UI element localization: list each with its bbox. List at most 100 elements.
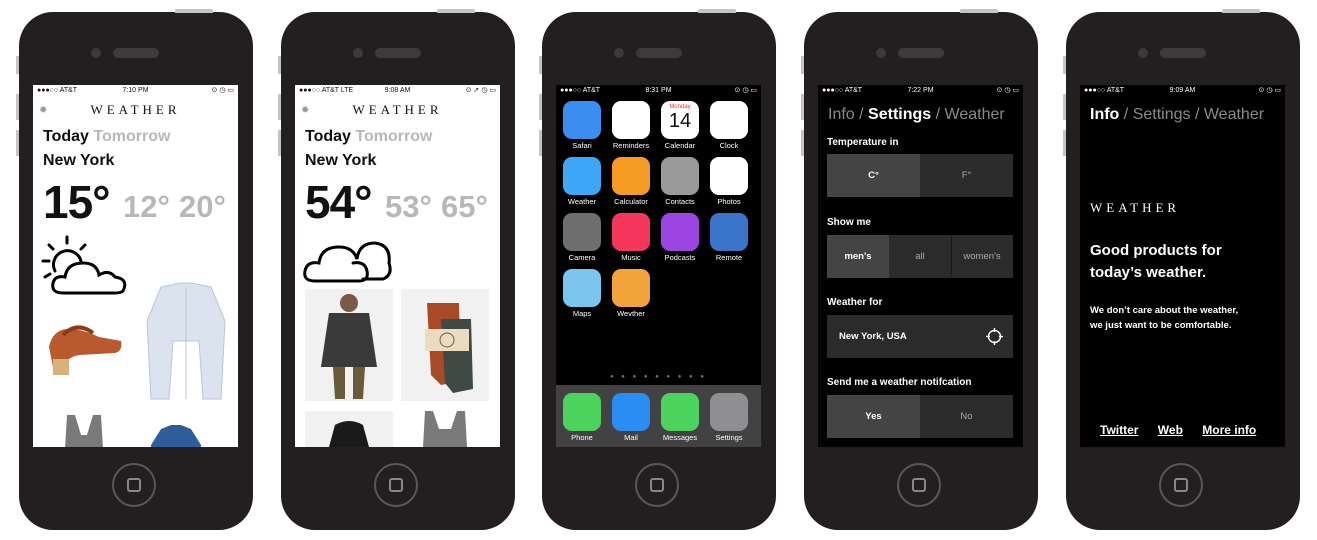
grey-overall-image[interactable] [401, 411, 489, 447]
weather-today-screen: ●●●○○ AT&T 7:10 PM ⊙ ◷ ▭ ✹ WEATHER Today… [33, 85, 238, 447]
earpiece-speaker [898, 48, 944, 58]
app-label: Reminders [612, 141, 650, 150]
app-reminders[interactable]: Reminders [611, 101, 651, 150]
grey-overall-image[interactable] [59, 415, 109, 447]
notify-yes-option[interactable]: Yes [827, 395, 920, 438]
clog-sandal-image[interactable] [43, 307, 125, 377]
locate-icon[interactable] [986, 328, 1003, 345]
filter-womens-option[interactable]: women's [951, 235, 1013, 278]
socks-image[interactable] [401, 289, 489, 401]
dark-jacket-image[interactable] [305, 289, 393, 401]
app-camera[interactable]: Camera [562, 213, 602, 262]
unit-fahrenheit-option[interactable]: F° [920, 154, 1013, 197]
app-logo: WEATHER [1090, 200, 1181, 215]
app-podcasts[interactable]: Podcasts [660, 213, 700, 262]
app-label: Safari [572, 141, 592, 150]
current-temperature: 54° [305, 176, 373, 228]
app-label: Music [621, 253, 641, 262]
tab-today[interactable]: Today [305, 128, 351, 145]
home-button[interactable] [1159, 463, 1203, 507]
home-button[interactable] [897, 463, 941, 507]
dock-app-messages[interactable]: Messages [660, 393, 700, 442]
dock-app-settings[interactable]: Settings [709, 393, 749, 442]
podcasts-icon [661, 213, 699, 251]
messages-icon [661, 393, 699, 431]
app-label: Phone [571, 433, 593, 442]
status-bar: ●●●○○ AT&T 9:09 AM ⊙ ◷ ▭ [1080, 85, 1285, 97]
home-button[interactable] [112, 463, 156, 507]
denim-jacket-image[interactable] [141, 281, 231, 403]
status-icons: ⊙ ➚ ◷ ▭ [465, 87, 496, 94]
nav-settings[interactable]: Settings [868, 106, 931, 123]
status-bar: ●●●○○ AT&T 8:31 PM ⊙ ◷ ▭ [556, 85, 761, 97]
home-button[interactable] [635, 463, 679, 507]
app-calendar[interactable]: Monday 14 Calendar [660, 101, 700, 150]
front-camera [1138, 48, 1148, 58]
remote-icon [710, 213, 748, 251]
phone-5: ●●●○○ AT&T 9:09 AM ⊙ ◷ ▭ Info / Settings… [1063, 9, 1300, 530]
app-weather[interactable]: Weather [562, 157, 602, 206]
phone-2: ●●●○○ AT&T LTE 9:08 AM ⊙ ➚ ◷ ▭ ✹ WEATHER… [278, 9, 515, 530]
status-icons: ⊙ ◷ ▭ [996, 87, 1019, 94]
filter-all-option[interactable]: all [889, 235, 951, 278]
app-photos[interactable]: Photos [709, 157, 749, 206]
app-label: Clock [719, 141, 739, 150]
more-info-link[interactable]: More info [1202, 423, 1256, 437]
twitter-link[interactable]: Twitter [1100, 423, 1138, 437]
low-temperature: 53° [385, 189, 432, 224]
cloudy-icon [303, 241, 392, 283]
home-button[interactable] [374, 463, 418, 507]
weather-icon [563, 157, 601, 195]
app-label: Maps [572, 309, 592, 318]
location-field[interactable]: New York, USA [827, 315, 1013, 358]
page-indicator[interactable]: ● ● ● ● ● ● ● ● ● [556, 374, 761, 380]
filter-mens-option[interactable]: men's [827, 235, 889, 278]
front-camera [353, 48, 363, 58]
app-calculator[interactable]: Calculator [611, 157, 651, 206]
photos-icon [710, 157, 748, 195]
status-time: 7:10 PM [122, 87, 149, 94]
phone-3: ●●●○○ AT&T 8:31 PM ⊙ ◷ ▭ Safari Reminders… [539, 9, 776, 530]
app-contacts[interactable]: Contacts [660, 157, 700, 206]
temperature-unit-label: Temperature in [827, 137, 899, 148]
app-wevther[interactable]: Wevther [611, 269, 651, 318]
calendar-day: Monday [669, 104, 691, 110]
nav-weather[interactable]: Weather [945, 106, 1005, 123]
app-maps[interactable]: Maps [562, 269, 602, 318]
web-link[interactable]: Web [1158, 423, 1183, 437]
reminders-icon [612, 101, 650, 139]
front-camera [876, 48, 886, 58]
app-remote[interactable]: Remote [709, 213, 749, 262]
tagline-headline: Good products for today’s weather. [1090, 242, 1222, 281]
app-safari[interactable]: Safari [562, 101, 602, 150]
dock-app-mail[interactable]: Mail [611, 393, 651, 442]
blue-shirt-image[interactable] [151, 425, 201, 447]
safari-icon [563, 101, 601, 139]
nav-info[interactable]: Info [828, 106, 855, 123]
app-music[interactable]: Music [611, 213, 651, 262]
home-screen: ●●●○○ AT&T 8:31 PM ⊙ ◷ ▭ Safari Reminders… [556, 85, 761, 447]
nav-weather[interactable]: Weather [1204, 106, 1264, 123]
tab-tomorrow[interactable]: Tomorrow [355, 128, 432, 145]
status-bar: ●●●○○ AT&T LTE 9:08 AM ⊙ ➚ ◷ ▭ [295, 85, 500, 97]
earpiece-speaker [375, 48, 421, 58]
tab-today[interactable]: Today [43, 128, 89, 145]
nav-settings[interactable]: Settings [1133, 106, 1191, 123]
city-label: New York [43, 152, 115, 169]
app-clock[interactable]: Clock [709, 101, 749, 150]
black-top-image[interactable] [305, 411, 393, 447]
high-temperature: 20° [179, 189, 226, 224]
notification-label: Send me a weather notifcation [827, 377, 972, 388]
status-bar: ●●●○○ AT&T 7:10 PM ⊙ ◷ ▭ [33, 85, 238, 97]
calendar-date: 14 [668, 110, 692, 132]
phone-icon [563, 393, 601, 431]
notify-no-option[interactable]: No [920, 395, 1013, 438]
tab-tomorrow[interactable]: Tomorrow [93, 128, 170, 145]
status-icons: ⊙ ◷ ▭ [1258, 87, 1281, 94]
unit-celsius-option[interactable]: C° [827, 154, 920, 197]
status-time: 9:09 AM [1169, 87, 1196, 94]
dock-app-phone[interactable]: Phone [562, 393, 602, 442]
app-logo: WEATHER [90, 102, 181, 117]
front-camera [91, 48, 101, 58]
nav-info[interactable]: Info [1090, 106, 1119, 123]
